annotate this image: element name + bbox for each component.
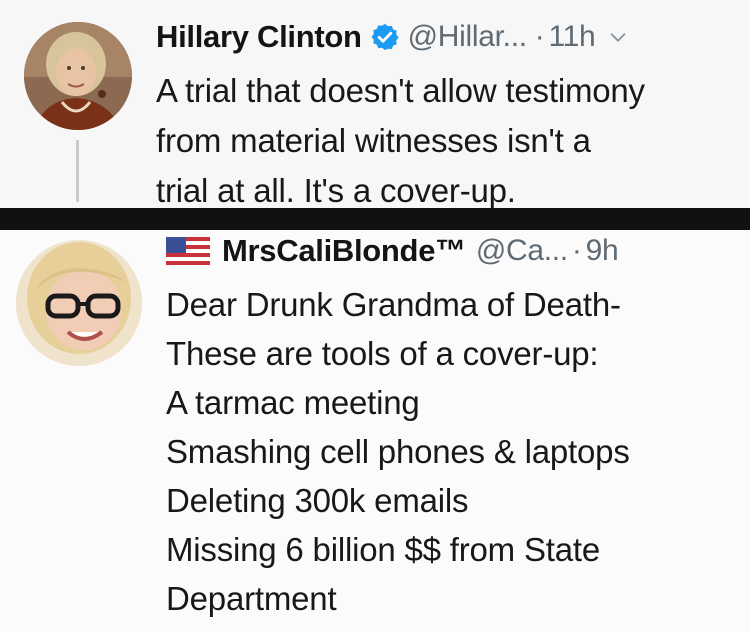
thread-line — [76, 140, 79, 202]
handle[interactable]: @Ca... — [476, 234, 568, 268]
handle[interactable]: @Hillar... — [408, 20, 527, 54]
tweet-text-line: A tarmac meeting — [166, 384, 420, 421]
tweet-text-line: These are tools of a cover-up: — [166, 335, 599, 372]
verified-badge-icon — [371, 23, 399, 51]
tweet-text-line: Dear Drunk Grandma of Death- — [166, 286, 621, 323]
display-name[interactable]: Hillary Clinton — [156, 19, 362, 55]
avatar[interactable] — [16, 240, 142, 366]
tweet-text-line: Department — [166, 580, 337, 617]
tweet-text: A trial that doesn't allow testimony fro… — [156, 66, 741, 216]
tweet-text: Dear Drunk Grandma of Death- These are t… — [166, 280, 746, 623]
avatar[interactable] — [24, 22, 132, 130]
tweet-header: Hillary Clinton @Hillar... · 11h — [156, 14, 746, 60]
chevron-down-icon[interactable] — [607, 26, 629, 48]
tweet-header: MrsCaliBlonde™ @Ca... · 9h — [166, 230, 746, 272]
separator-dot: · — [534, 20, 545, 53]
divider-bar — [0, 208, 750, 230]
us-flag-icon — [166, 237, 210, 265]
tweet-text-line: Deleting 300k emails — [166, 482, 469, 519]
tweet-text-line: from material witnesses isn't a — [156, 122, 591, 159]
display-name[interactable]: MrsCaliBlonde™ — [222, 233, 466, 269]
tweet-text-line: Smashing cell phones & laptops — [166, 433, 630, 470]
tweet-text-line: Missing 6 billion $$ from State — [166, 531, 600, 568]
separator-dot: · — [571, 234, 582, 267]
timestamp[interactable]: 9h — [586, 234, 619, 268]
tweet-hillary[interactable]: Hillary Clinton @Hillar... · 11h A trial… — [0, 0, 750, 209]
tweet-text-line: A trial that doesn't allow testimony — [156, 72, 645, 109]
screenshot: Hillary Clinton @Hillar... · 11h A trial… — [0, 0, 750, 632]
tweet-reply[interactable]: MrsCaliBlonde™ @Ca... · 9h Dear Drunk Gr… — [0, 230, 750, 632]
avatar-photo-icon — [24, 22, 132, 130]
avatar-photo-icon — [16, 240, 142, 366]
timestamp[interactable]: 11h — [548, 20, 595, 54]
